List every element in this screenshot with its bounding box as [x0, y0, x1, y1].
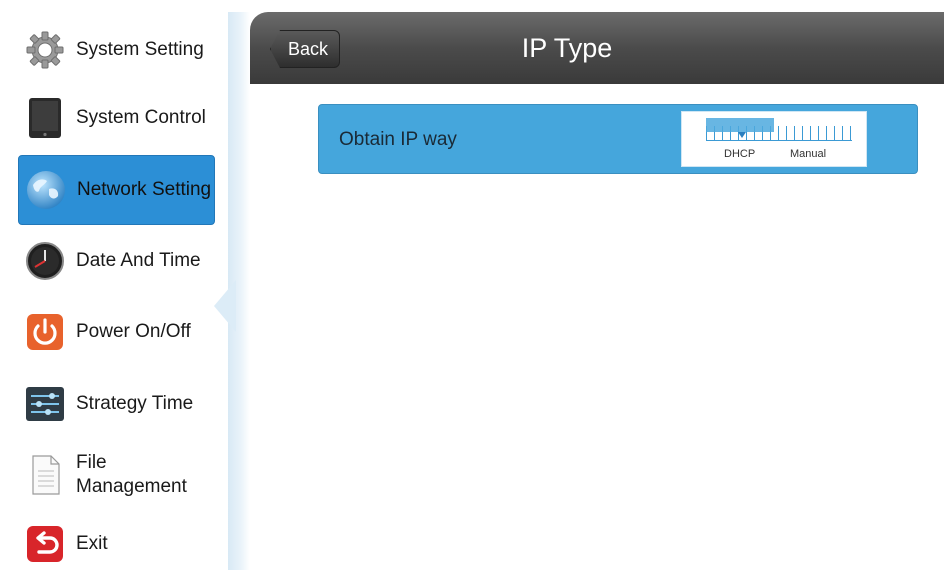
sidebar-item-label: System Control — [76, 107, 206, 128]
sidebar-item-label: System Setting — [76, 39, 204, 60]
gear-icon — [24, 29, 66, 71]
switch-thumb[interactable] — [706, 118, 774, 132]
page-title: IP Type — [521, 32, 613, 63]
sidebar-divider-notch — [214, 280, 236, 332]
sidebar-item-label: Date And Time — [76, 250, 201, 271]
sidebar: System Setting System Control Network Se… — [0, 0, 230, 570]
sidebar-item-power-on-off[interactable]: Power On/Off — [18, 303, 215, 361]
power-icon — [24, 311, 66, 353]
clock-icon — [24, 240, 66, 282]
document-icon — [24, 454, 66, 496]
sidebar-item-system-setting[interactable]: System Setting — [18, 21, 215, 79]
sidebar-item-label: Network Setting — [77, 179, 212, 200]
sidebar-item-file-management[interactable]: File Management — [18, 446, 215, 504]
setting-row-obtain-ip[interactable]: Obtain IP way DHCP Manual — [318, 104, 918, 174]
sidebar-item-label: Exit — [76, 533, 108, 554]
back-button[interactable]: Back — [270, 30, 340, 68]
ip-type-switch[interactable]: DHCP Manual — [681, 111, 867, 167]
exit-icon — [24, 523, 66, 565]
sidebar-item-label: File Management — [76, 452, 187, 497]
globe-icon — [25, 169, 67, 211]
tablet-icon — [24, 97, 66, 139]
sidebar-item-label: Strategy Time — [76, 393, 194, 414]
sidebar-item-label: Power On/Off — [76, 321, 191, 342]
sidebar-item-network-setting[interactable]: Network Setting — [18, 155, 215, 225]
setting-label: Obtain IP way — [339, 129, 457, 150]
switch-option-dhcp[interactable]: DHCP — [724, 148, 755, 160]
sidebar-item-strategy-time[interactable]: Strategy Time — [18, 375, 215, 433]
sidebar-item-system-control[interactable]: System Control — [18, 89, 215, 147]
sidebar-item-exit[interactable]: Exit — [18, 515, 215, 573]
sliders-icon — [24, 383, 66, 425]
switch-pointer-icon — [738, 132, 746, 138]
header-bar: IP Type Back — [250, 12, 944, 84]
sidebar-item-date-and-time[interactable]: Date And Time — [18, 232, 215, 290]
switch-option-manual[interactable]: Manual — [790, 148, 826, 160]
